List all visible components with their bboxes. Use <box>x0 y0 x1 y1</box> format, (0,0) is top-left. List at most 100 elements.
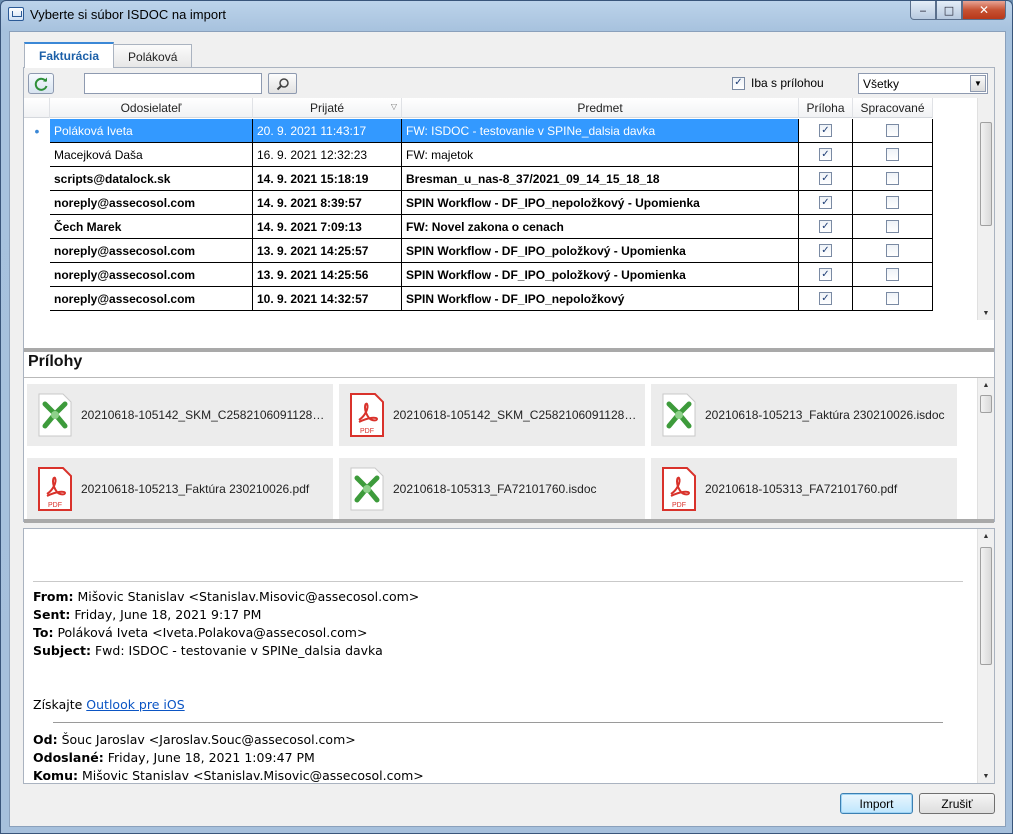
attachment-item[interactable]: PDF 20210618-105313_FA72101760.pdf <box>651 458 957 519</box>
scroll-up-icon[interactable]: ▲ <box>978 378 994 392</box>
cell-processed <box>853 287 933 311</box>
column-header-subject[interactable]: Predmet <box>402 98 799 118</box>
attachments-title: Prílohy <box>28 353 83 370</box>
cell-processed <box>853 239 933 263</box>
scrollbar-thumb[interactable] <box>980 122 992 226</box>
isdoc-file-icon <box>662 393 696 437</box>
column-header-sender[interactable]: Odosielateľ <box>50 98 253 118</box>
table-row[interactable]: noreply@assecosol.com 14. 9. 2021 8:39:5… <box>24 191 933 215</box>
subject-label: Subject: <box>33 643 91 658</box>
attachment-checkbox[interactable]: ✓ <box>819 148 832 161</box>
table-row[interactable]: • Poláková Iveta 20. 9. 2021 11:43:17 FW… <box>24 119 933 143</box>
cell-sender: scripts@datalock.sk <box>50 167 253 191</box>
minimize-button[interactable]: ‒ <box>910 1 936 20</box>
search-button[interactable] <box>268 73 297 94</box>
table-row[interactable]: noreply@assecosol.com 13. 9. 2021 14:25:… <box>24 263 933 287</box>
cell-attachment: ✓ <box>799 287 853 311</box>
attachment-only-filter[interactable]: ✓ Iba s prílohou <box>732 76 824 90</box>
pdf-file-icon: PDF <box>662 467 696 511</box>
processed-checkbox[interactable] <box>886 220 899 233</box>
processed-checkbox[interactable] <box>886 124 899 137</box>
cell-received: 14. 9. 2021 8:39:57 <box>253 191 402 215</box>
column-header-attachment[interactable]: Príloha <box>799 98 853 118</box>
cell-processed <box>853 263 933 287</box>
row-gutter <box>24 215 50 239</box>
attachment-item[interactable]: PDF 20210618-105142_SKM_C25821060911280.… <box>339 384 645 446</box>
table-row[interactable]: Macejková Daša 16. 9. 2021 12:32:23 FW: … <box>24 143 933 167</box>
attachment-checkbox[interactable]: ✓ <box>819 196 832 209</box>
scrollbar-thumb[interactable] <box>980 547 992 665</box>
attachment-name: 20210618-105313_FA72101760.pdf <box>705 482 898 496</box>
attachments-splitter[interactable] <box>24 519 994 523</box>
svg-text:PDF: PDF <box>48 502 62 509</box>
close-button[interactable]: ✕ <box>962 1 1006 20</box>
scrollbar-thumb[interactable] <box>980 395 992 413</box>
processed-checkbox[interactable] <box>886 148 899 161</box>
attachment-item[interactable]: 20210618-105213_Faktúra 230210026.isdoc <box>651 384 957 446</box>
cancel-button[interactable]: Zrušiť <box>919 793 995 814</box>
message-sent-line: Sent: Friday, June 18, 2021 9:17 PM <box>33 606 963 624</box>
scroll-down-icon[interactable]: ▼ <box>978 306 994 320</box>
attachment-item[interactable]: 20210618-105142_SKM_C25821060911280.i... <box>27 384 333 446</box>
attachments-scrollbar[interactable]: ▲ <box>977 378 994 519</box>
dropdown-arrow-icon[interactable]: ▼ <box>970 75 986 92</box>
isdoc-file-icon <box>350 467 384 511</box>
maximize-button[interactable]: □ <box>936 1 962 20</box>
grid-scrollbar[interactable]: ▼ <box>977 98 994 320</box>
list-splitter[interactable] <box>24 348 994 352</box>
attachment-item[interactable]: 20210618-105313_FA72101760.isdoc <box>339 458 645 519</box>
preview-scrollbar[interactable]: ▲ ▼ <box>977 529 994 783</box>
subject-value: Fwd: ISDOC - testovanie v SPINe_dalsia d… <box>94 643 383 658</box>
processed-filter-select[interactable]: Všetky ▼ <box>858 73 988 94</box>
processed-checkbox[interactable] <box>886 196 899 209</box>
mail-grid: Odosielateľ Prijaté ▽ Predmet Príloha Sp… <box>24 98 994 348</box>
title-bar[interactable]: Vyberte si súbor ISDOC na import ‒ □ ✕ <box>1 1 1012 29</box>
cell-received: 14. 9. 2021 15:18:19 <box>253 167 402 191</box>
scroll-up-icon[interactable]: ▲ <box>978 529 994 543</box>
attachment-checkbox[interactable]: ✓ <box>819 124 832 137</box>
cell-sender: noreply@assecosol.com <box>50 239 253 263</box>
cell-processed <box>853 167 933 191</box>
attachment-checkbox[interactable]: ✓ <box>819 292 832 305</box>
row-gutter <box>24 239 50 263</box>
processed-checkbox[interactable] <box>886 172 899 185</box>
message-body: From: Mišovic Stanislav <Stanislav.Misov… <box>33 581 963 783</box>
pdf-file-icon: PDF <box>350 393 384 437</box>
cell-received: 10. 9. 2021 14:32:57 <box>253 287 402 311</box>
tab-fakturacia[interactable]: Fakturácia <box>24 42 115 68</box>
table-row[interactable]: noreply@assecosol.com 10. 9. 2021 14:32:… <box>24 287 933 311</box>
attachment-item[interactable]: PDF 20210618-105213_Faktúra 230210026.pd… <box>27 458 333 519</box>
cell-subject: SPIN Workflow - DF_IPO_nepoložkový - Upo… <box>402 191 799 215</box>
attachment-checkbox[interactable]: ✓ <box>819 244 832 257</box>
processed-checkbox[interactable] <box>886 244 899 257</box>
table-row[interactable]: Čech Marek 14. 9. 2021 7:09:13 FW: Novel… <box>24 215 933 239</box>
attachment-only-checkbox[interactable]: ✓ <box>732 76 745 90</box>
attachment-checkbox[interactable]: ✓ <box>819 172 832 185</box>
filter-selected-value: Všetky <box>863 76 900 91</box>
table-row[interactable]: noreply@assecosol.com 13. 9. 2021 14:25:… <box>24 239 933 263</box>
tab-polakova[interactable]: Poláková <box>113 44 193 68</box>
attachment-checkbox[interactable]: ✓ <box>819 220 832 233</box>
processed-checkbox[interactable] <box>886 292 899 305</box>
table-row[interactable]: scripts@datalock.sk 14. 9. 2021 15:18:19… <box>24 167 933 191</box>
outlook-ios-link[interactable]: Outlook pre iOS <box>86 697 184 712</box>
refresh-button[interactable] <box>28 73 54 94</box>
attachment-checkbox[interactable]: ✓ <box>819 268 832 281</box>
cell-sender: noreply@assecosol.com <box>50 263 253 287</box>
row-gutter <box>24 263 50 287</box>
processed-checkbox[interactable] <box>886 268 899 281</box>
cell-processed <box>853 191 933 215</box>
search-input[interactable] <box>84 73 262 94</box>
cell-attachment: ✓ <box>799 191 853 215</box>
column-header-processed[interactable]: Spracované <box>853 98 933 118</box>
row-gutter <box>24 287 50 311</box>
scroll-down-icon[interactable]: ▼ <box>978 769 994 783</box>
outlook-line: Získajte Outlook pre iOS <box>33 696 963 714</box>
to-value: Poláková Iveta <Iveta.Polakova@assecosol… <box>57 625 368 640</box>
column-header-received[interactable]: Prijaté ▽ <box>253 98 402 118</box>
cell-subject: SPIN Workflow - DF_IPO_položkový - Upomi… <box>402 263 799 287</box>
message-odoslane-line: Odoslané: Friday, June 18, 2021 1:09:47 … <box>33 749 963 767</box>
import-button[interactable]: Import <box>840 793 913 814</box>
scroll-up-icon[interactable] <box>978 98 994 112</box>
